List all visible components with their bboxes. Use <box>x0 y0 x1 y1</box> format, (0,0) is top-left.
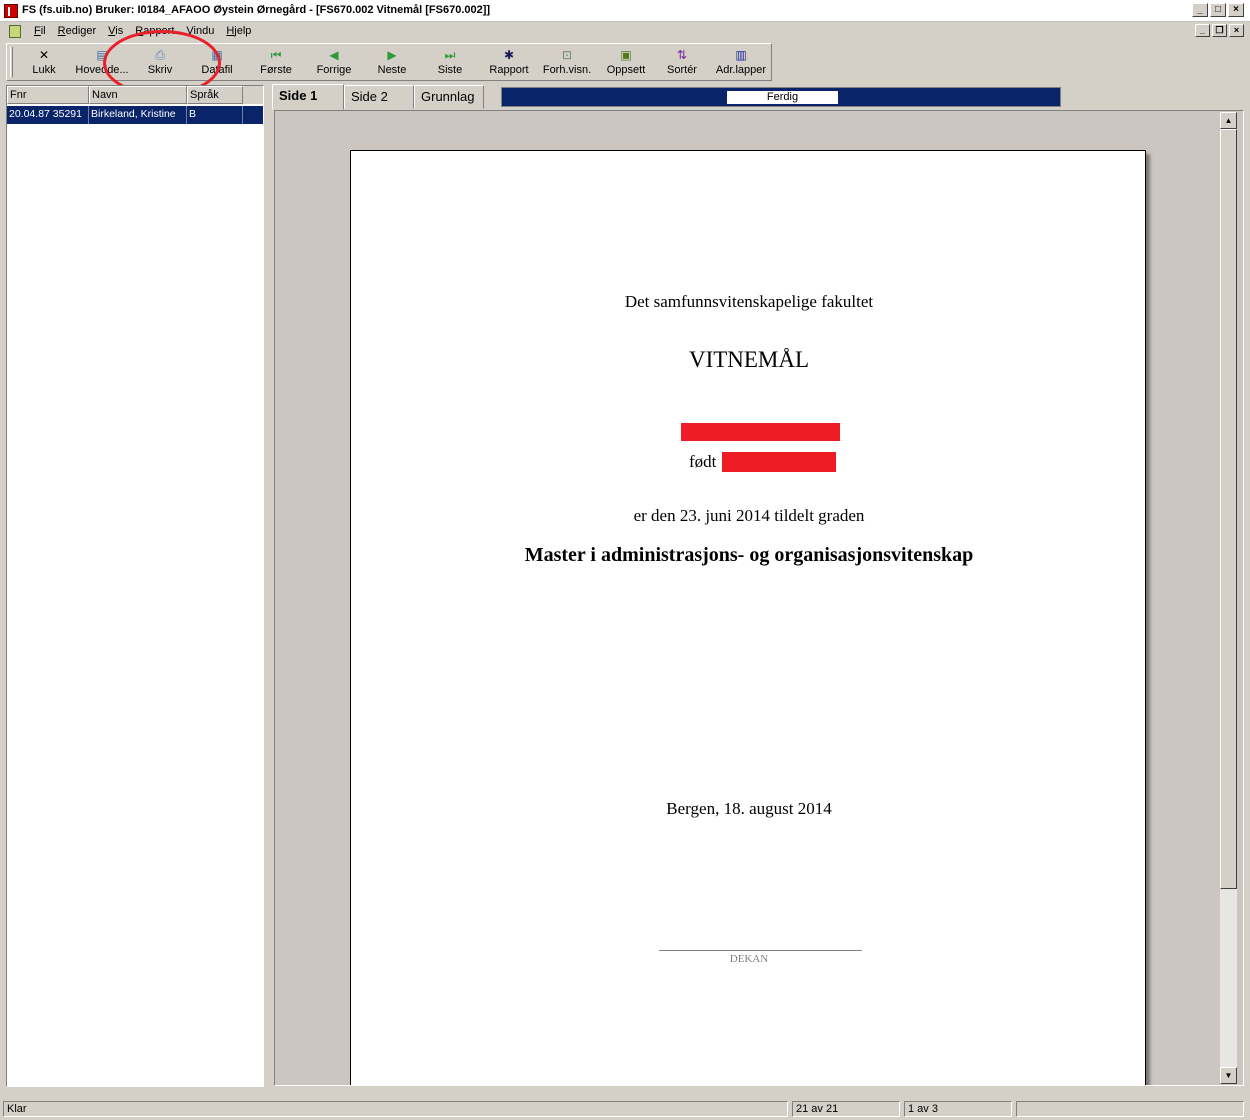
sort-icon: ⇅ <box>676 48 688 62</box>
report-icon: ✱ <box>503 48 515 62</box>
cell-sprak: B <box>187 106 243 124</box>
address-labels-icon: ▥ <box>735 48 747 62</box>
column-header-sprak[interactable]: Språk <box>187 86 243 104</box>
page-count: 1 av 3 <box>904 1101 1012 1117</box>
adrlapper-button[interactable]: ▥ Adr.lapper <box>711 46 771 79</box>
rapport-button[interactable]: ✱ Rapport <box>483 46 535 79</box>
progress-bar: Ferdig <box>501 87 1061 107</box>
mdi-controls: _ ❐ × <box>1195 24 1244 37</box>
window-controls: _ □ × <box>1192 3 1244 17</box>
mdi-close-icon[interactable]: × <box>1229 24 1244 37</box>
scroll-up-icon[interactable]: ▲ <box>1220 112 1237 129</box>
last-icon: ⏭ <box>444 48 456 62</box>
next-icon: ▶ <box>387 48 397 62</box>
setup-icon: ▣ <box>620 48 632 62</box>
menu-hjelp[interactable]: Hjelp <box>226 25 251 37</box>
maximize-icon[interactable]: □ <box>1210 3 1226 17</box>
status-bar: Klar 21 av 21 1 av 3 <box>0 1099 1250 1120</box>
title-bar: FS (fs.uib.no) Bruker: I0184_AFAOO Øyste… <box>0 0 1250 22</box>
signatory-label: DEKAN <box>729 953 769 965</box>
close-window-icon[interactable]: × <box>1228 3 1244 17</box>
forrige-button[interactable]: ◀ Forrige <box>310 46 358 79</box>
previous-icon: ◀ <box>329 48 339 62</box>
record-count: 21 av 21 <box>792 1101 900 1117</box>
degree-title: Master i administrasjons- og organisasjo… <box>524 544 974 566</box>
record-list-panel: Fnr Navn Språk 20.04.87 35291 Birkeland,… <box>6 85 264 1087</box>
oppsett-button[interactable]: ▣ Oppsett <box>601 46 651 79</box>
document-icon[interactable] <box>9 25 21 38</box>
toolbar-grip[interactable] <box>10 47 13 77</box>
redacted-name <box>681 423 840 441</box>
scroll-thumb[interactable] <box>1220 129 1237 889</box>
window-title: FS (fs.uib.no) Bruker: I0184_AFAOO Øyste… <box>22 4 491 16</box>
forste-button[interactable]: ⏮ Første <box>253 46 299 79</box>
grid-header: Fnr Navn Språk <box>7 86 263 104</box>
lukk-button[interactable]: ✕ Lukk <box>23 46 65 79</box>
award-text: er den 23. juni 2014 tildelt graden <box>633 506 865 525</box>
neste-button[interactable]: ▶ Neste <box>369 46 415 79</box>
sorter-button[interactable]: ⇅ Sortér <box>661 46 703 79</box>
column-header-navn[interactable]: Navn <box>89 86 187 104</box>
app-icon[interactable] <box>4 4 18 18</box>
table-row[interactable]: 20.04.87 35291 Birkeland, Kristine B <box>7 106 263 124</box>
status-text: Klar <box>3 1101 788 1117</box>
menu-rediger[interactable]: Rediger <box>58 25 97 37</box>
document-page: Det samfunnsvitenskapelige fakultet VITN… <box>350 150 1146 1085</box>
redacted-birthdate <box>722 452 836 472</box>
scroll-down-icon[interactable]: ▼ <box>1220 1067 1237 1084</box>
menu-vis[interactable]: Vis <box>108 25 123 37</box>
vertical-scrollbar[interactable]: ▲ ▼ <box>1220 112 1237 1084</box>
faculty-text: Det samfunnsvitenskapelige fakultet <box>624 292 874 311</box>
mdi-minimize-icon[interactable]: _ <box>1195 24 1210 37</box>
column-header-fnr[interactable]: Fnr <box>7 86 89 104</box>
tab-grunnlag[interactable]: Grunnlag <box>414 85 484 109</box>
tab-side-1[interactable]: Side 1 <box>272 84 344 110</box>
progress-label: Ferdig <box>727 91 838 104</box>
cell-fnr: 20.04.87 35291 <box>7 106 89 124</box>
signature-line <box>659 950 862 951</box>
close-icon: ✕ <box>38 48 50 62</box>
minimize-icon[interactable]: _ <box>1192 3 1208 17</box>
siste-button[interactable]: ⏭ Siste <box>429 46 471 79</box>
document-heading: VITNEMÅL <box>688 347 810 372</box>
place-date: Bergen, 18. august 2014 <box>666 799 832 818</box>
report-preview[interactable]: Det samfunnsvitenskapelige fakultet VITN… <box>274 110 1244 1086</box>
forhvisn-button[interactable]: ⊡ Forh.visn. <box>539 46 595 79</box>
mdi-restore-icon[interactable]: ❐ <box>1212 24 1227 37</box>
preview-icon: ⊡ <box>561 48 573 62</box>
first-icon: ⏮ <box>270 48 282 62</box>
cell-navn: Birkeland, Kristine <box>89 106 187 124</box>
menu-fil[interactable]: Fil <box>34 25 46 37</box>
status-extra <box>1016 1101 1244 1117</box>
tab-side-2[interactable]: Side 2 <box>344 85 414 109</box>
